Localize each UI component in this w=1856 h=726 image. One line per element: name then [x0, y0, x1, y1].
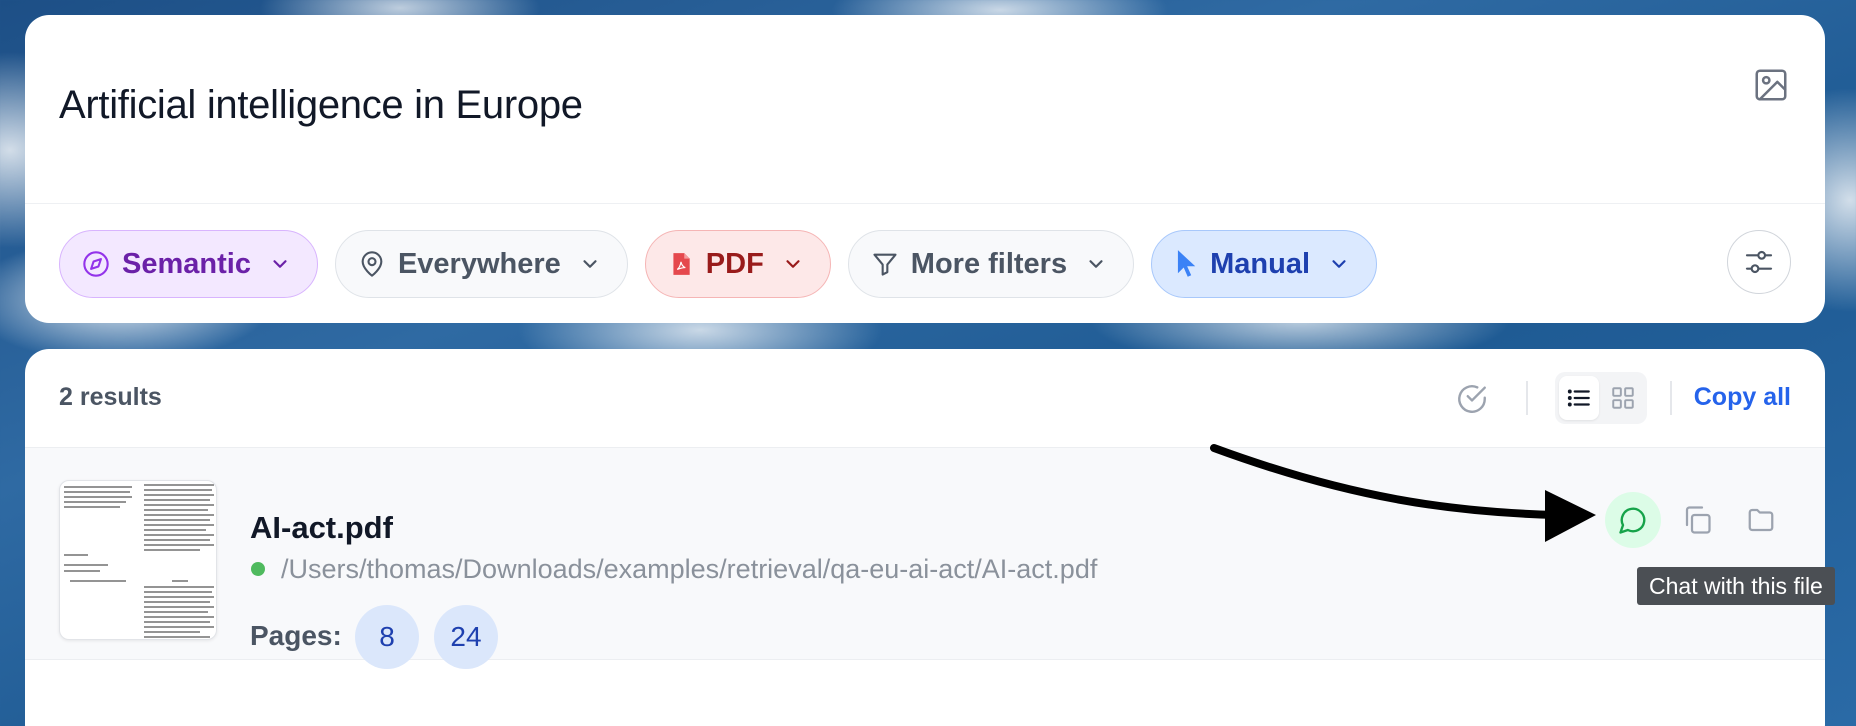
compass-icon	[83, 251, 109, 277]
document-thumbnail[interactable]	[59, 480, 217, 640]
result-file-path: /Users/thomas/Downloads/examples/retriev…	[281, 554, 1098, 584]
list-icon	[1567, 389, 1590, 407]
search-divider	[25, 203, 1825, 204]
image-search-button[interactable]	[1751, 65, 1791, 105]
page-list: 8 24	[355, 605, 498, 669]
chat-tooltip: Chat with this file	[1637, 567, 1835, 605]
check-circle-icon	[1458, 385, 1486, 413]
result-item[interactable]: AI-act.pdf /Users/thomas/Downloads/examp…	[25, 447, 1825, 669]
semantic-filter-chip[interactable]: Semantic	[59, 230, 318, 298]
copy-icon	[1685, 506, 1711, 534]
chevron-down-icon	[1332, 260, 1346, 268]
chevron-down-icon	[273, 260, 287, 268]
indexed-status-dot	[251, 562, 265, 576]
copy-file-button[interactable]	[1669, 492, 1725, 548]
semantic-filter-label: Semantic	[122, 247, 251, 280]
funnel-icon	[873, 253, 897, 276]
copy-all-button[interactable]: Copy all	[1694, 383, 1791, 412]
view-mode-toggle	[1555, 372, 1647, 424]
file-type-filter-chip[interactable]: PDF	[644, 230, 831, 298]
chevron-down-icon	[786, 260, 800, 268]
list-view-button[interactable]	[1559, 376, 1599, 420]
mode-filter-label: Manual	[1210, 247, 1311, 280]
header-divider	[1526, 381, 1528, 415]
open-folder-button[interactable]	[1733, 492, 1789, 548]
sliders-icon	[1745, 250, 1773, 274]
page-badge[interactable]: 24	[434, 605, 498, 669]
select-all-button[interactable]	[1452, 379, 1492, 419]
grid-icon	[1612, 387, 1634, 409]
more-filters-label: More filters	[910, 247, 1068, 280]
result-actions	[1605, 492, 1789, 548]
chat-with-file-button[interactable]	[1605, 492, 1661, 548]
pdf-file-icon	[673, 253, 690, 275]
more-filters-chip[interactable]: More filters	[847, 230, 1135, 298]
chevron-down-icon	[583, 260, 597, 268]
results-header: 2 results Copy all	[25, 349, 1825, 447]
result-file-name[interactable]: AI-act.pdf	[250, 510, 393, 546]
results-panel: 2 results Copy all AI-act.pdf /Users/tho…	[25, 349, 1825, 726]
header-divider	[1670, 381, 1672, 415]
page-badge[interactable]: 8	[355, 605, 419, 669]
mode-filter-chip[interactable]: Manual	[1151, 230, 1378, 298]
location-filter-label: Everywhere	[397, 247, 561, 280]
image-icon	[1755, 69, 1787, 101]
cursor-pointer-icon	[1178, 250, 1196, 277]
file-type-filter-label: PDF	[705, 247, 764, 280]
search-panel: Artificial intelligence in Europe Semant…	[25, 15, 1825, 323]
results-count: 2 results	[59, 383, 162, 411]
chat-bubble-icon	[1619, 507, 1646, 534]
search-query-input[interactable]: Artificial intelligence in Europe	[59, 83, 583, 128]
pages-label: Pages:	[250, 620, 342, 651]
folder-icon	[1748, 508, 1774, 532]
filter-bar: Semantic Everywhere PDF More filters Man…	[59, 230, 1378, 298]
chevron-down-icon	[1089, 260, 1103, 268]
grid-view-button[interactable]	[1603, 376, 1643, 420]
document-preview	[64, 484, 214, 638]
location-filter-chip[interactable]: Everywhere	[334, 230, 628, 298]
search-settings-button[interactable]	[1727, 230, 1791, 294]
map-pin-icon	[361, 251, 383, 277]
